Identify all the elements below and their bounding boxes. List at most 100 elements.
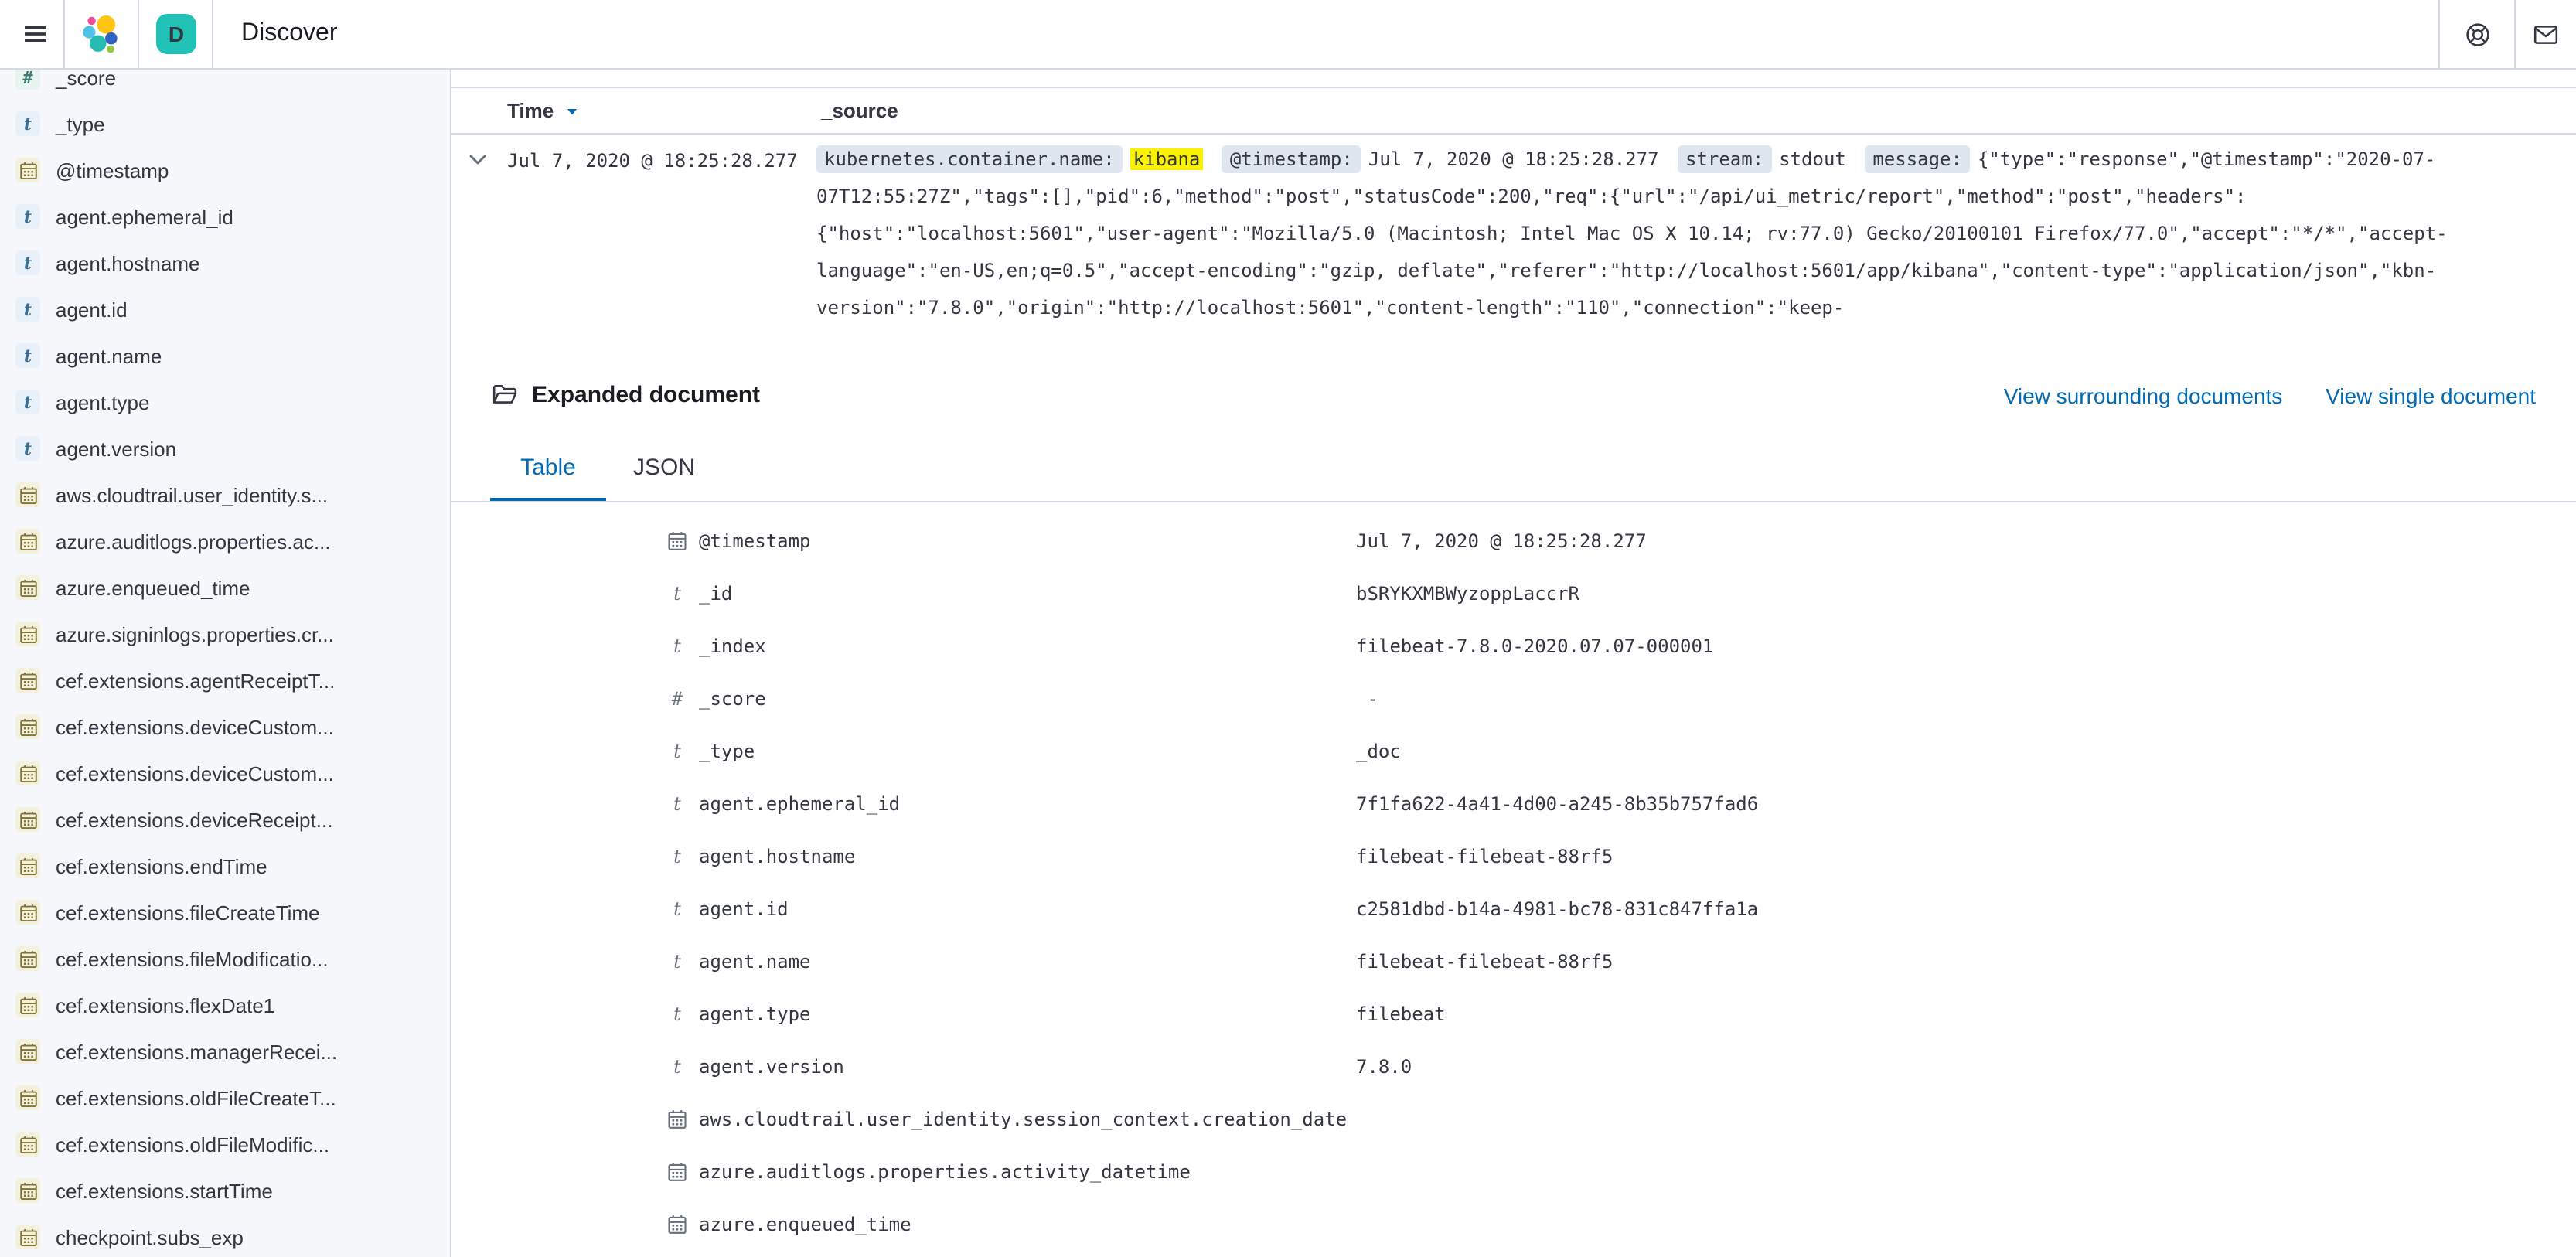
document-fields-table: @timestamp Jul 7, 2020 @ 18:25:28.277 t … <box>451 515 2536 1251</box>
date-field-icon <box>15 900 40 925</box>
sidebar-field-cef-end-time[interactable]: cef.extensions.endTime <box>0 843 450 889</box>
string-field-icon: t <box>665 793 690 815</box>
table-row: t _type _doc <box>451 725 2536 778</box>
doc-field-name: agent.hostname <box>699 846 1348 867</box>
number-field-icon: # <box>665 688 690 710</box>
table-row: azure.enqueued_time <box>451 1198 2536 1251</box>
sidebar-field-cef-manager-receipt[interactable]: cef.extensions.managerRecei... <box>0 1028 450 1075</box>
sidebar-field-timestamp[interactable]: @timestamp <box>0 147 450 193</box>
doc-field-name: agent.version <box>699 1056 1348 1078</box>
sidebar-field-aws-cloudtrail[interactable]: aws.cloudtrail.user_identity.s... <box>0 472 450 518</box>
string-field-icon: t <box>665 898 690 920</box>
table-row: t agent.ephemeral_id 7f1fa622-4a41-4d00-… <box>451 778 2536 830</box>
sidebar-field-cef-file-create-time[interactable]: cef.extensions.fileCreateTime <box>0 889 450 935</box>
sidebar-field-cef-file-modification[interactable]: cef.extensions.fileModificatio... <box>0 935 450 982</box>
source-field-badge: @timestamp: <box>1222 145 1361 173</box>
table-row: t _id bSRYKXMBWyzoppLaccrR <box>451 567 2536 620</box>
string-field-icon: t <box>665 741 690 762</box>
doc-field-value: Jul 7, 2020 @ 18:25:28.277 <box>1356 530 1647 552</box>
date-field-icon <box>665 1214 690 1235</box>
expanded-document-title: Expanded document <box>532 382 760 408</box>
sidebar-field-azure-signinlogs[interactable]: azure.signinlogs.properties.cr... <box>0 611 450 657</box>
tab-table[interactable]: Table <box>490 434 606 501</box>
date-field-icon <box>15 1085 40 1110</box>
doc-field-name: agent.ephemeral_id <box>699 793 1348 815</box>
menu-icon[interactable] <box>9 0 62 68</box>
string-field-icon: t <box>665 846 690 867</box>
top-navigation-bar: D Discover <box>0 0 2576 70</box>
doc-field-value: c2581dbd-b14a-4981-bc78-831c847ffa1a <box>1356 898 1758 920</box>
date-field-icon <box>15 1132 40 1157</box>
date-field-icon <box>15 807 40 832</box>
sidebar-field-agent-hostname[interactable]: t agent.hostname <box>0 240 450 286</box>
date-field-icon <box>15 853 40 878</box>
doc-field-name: azure.auditlogs.properties.activity_date… <box>699 1161 1348 1183</box>
view-single-document-link[interactable]: View single document <box>2326 383 2536 408</box>
sidebar-field-type[interactable]: t _type <box>0 100 450 147</box>
date-field-icon <box>15 1178 40 1203</box>
sidebar-field-cef-old-file-create[interactable]: cef.extensions.oldFileCreateT... <box>0 1075 450 1121</box>
table-row: azure.auditlogs.properties.activity_date… <box>451 1146 2536 1198</box>
sidebar-field-checkpoint-subs-exp[interactable]: checkpoint.subs_exp <box>0 1214 450 1257</box>
doc-viewer-tabs: Table JSON <box>490 434 722 501</box>
source-field-badge: message: <box>1865 145 1970 173</box>
doc-field-name: agent.id <box>699 898 1348 920</box>
sidebar-field-agent-version[interactable]: t agent.version <box>0 425 450 472</box>
date-field-icon <box>15 622 40 646</box>
date-field-icon <box>15 668 40 693</box>
sidebar-field-score[interactable]: # _score <box>0 70 450 100</box>
string-field-icon: t <box>15 204 40 229</box>
date-field-icon <box>15 575 40 600</box>
highlighted-term: kibana <box>1130 148 1204 170</box>
string-field-icon: t <box>665 1003 690 1025</box>
newsfeed-icon <box>2532 21 2558 47</box>
table-row: @timestamp Jul 7, 2020 @ 18:25:28.277 <box>451 515 2536 567</box>
sidebar-field-agent-name[interactable]: t agent.name <box>0 332 450 379</box>
date-field-icon <box>15 993 40 1017</box>
newsfeed-button[interactable] <box>2520 0 2570 68</box>
elastic-logo[interactable] <box>77 0 124 68</box>
doc-field-value: filebeat-7.8.0-2020.07.07-000001 <box>1356 635 1713 657</box>
sidebar-field-cef-device-custom-2[interactable]: cef.extensions.deviceCustom... <box>0 750 450 796</box>
doc-field-value: filebeat-filebeat-88rf5 <box>1356 846 1613 867</box>
help-button[interactable] <box>2452 0 2502 68</box>
view-surrounding-documents-link[interactable]: View surrounding documents <box>2004 383 2283 408</box>
topbar-divider <box>138 0 139 68</box>
table-row: t _index filebeat-7.8.0-2020.07.07-00000… <box>451 620 2536 673</box>
document-links: View surrounding documents View single d… <box>2004 383 2536 408</box>
table-row: t agent.type filebeat <box>451 988 2536 1041</box>
sidebar-field-cef-device-receipt[interactable]: cef.extensions.deviceReceipt... <box>0 796 450 843</box>
doc-field-value: 7.8.0 <box>1356 1056 1412 1078</box>
source-field-value: stdout <box>1779 141 1846 178</box>
sidebar-field-cef-flex-date1[interactable]: cef.extensions.flexDate1 <box>0 982 450 1028</box>
sidebar-field-cef-agent-receipt[interactable]: cef.extensions.agentReceiptT... <box>0 657 450 703</box>
sidebar-field-cef-device-custom-1[interactable]: cef.extensions.deviceCustom... <box>0 703 450 750</box>
sidebar-field-cef-start-time[interactable]: cef.extensions.startTime <box>0 1167 450 1214</box>
date-field-icon <box>15 714 40 739</box>
sidebar-field-azure-enqueued-time[interactable]: azure.enqueued_time <box>0 564 450 611</box>
doc-field-value: 7f1fa622-4a41-4d00-a245-8b35b757fad6 <box>1356 793 1758 815</box>
sidebar-field-cef-old-file-modific[interactable]: cef.extensions.oldFileModific... <box>0 1121 450 1167</box>
source-field-badge: stream: <box>1678 145 1771 173</box>
string-field-icon: t <box>665 951 690 973</box>
sidebar-field-agent-ephemeral-id[interactable]: t agent.ephemeral_id <box>0 193 450 240</box>
date-field-icon <box>15 529 40 554</box>
doc-field-name: azure.enqueued_time <box>699 1214 1348 1235</box>
doc-field-value: _doc <box>1356 741 1401 762</box>
doc-field-name: _type <box>699 741 1348 762</box>
folder-open-icon <box>492 382 518 408</box>
doc-field-name: @timestamp <box>699 530 1348 552</box>
date-field-icon <box>15 1039 40 1064</box>
date-field-icon <box>15 158 40 182</box>
doc-field-value: bSRYKXMBWyzoppLaccrR <box>1356 583 1579 605</box>
string-field-icon: t <box>15 111 40 136</box>
tab-json[interactable]: JSON <box>606 434 722 501</box>
string-field-icon: t <box>15 436 40 461</box>
sidebar-field-agent-type[interactable]: t agent.type <box>0 379 450 425</box>
time-column-header[interactable]: Time <box>507 99 581 122</box>
help-icon <box>2464 21 2490 47</box>
app-badge-letter: D <box>169 22 184 46</box>
sidebar-field-agent-id[interactable]: t agent.id <box>0 286 450 332</box>
collapse-row-button[interactable] <box>465 147 490 172</box>
sidebar-field-azure-auditlogs[interactable]: azure.auditlogs.properties.ac... <box>0 518 450 564</box>
